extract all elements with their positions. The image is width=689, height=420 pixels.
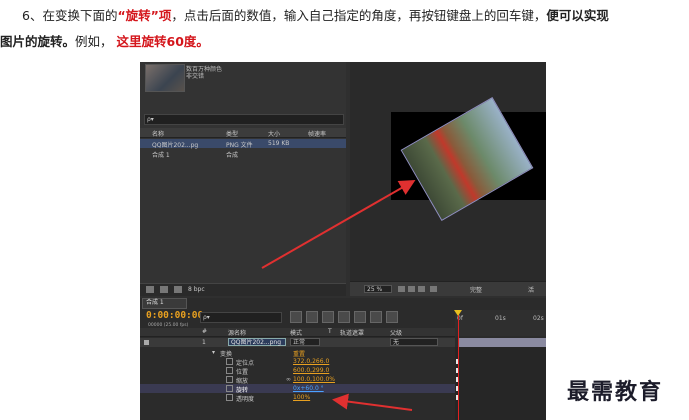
- example-label: 例如，: [75, 34, 113, 49]
- instruction-line-2: 图片的旋转。例如， 这里旋转60度。: [0, 28, 209, 56]
- instruction-prefix: 6、在变换下面的: [22, 8, 118, 23]
- instruction-middle: ，点击后面的数值，输入自己指定的角度，再按钮键盘上的回车键，: [171, 8, 547, 23]
- example-highlight: 这里旋转60度。: [116, 34, 209, 49]
- watermark: 最需教育: [567, 379, 664, 405]
- instruction-line2-bold: 图片的旋转。: [0, 34, 76, 49]
- instruction-line-1: 6、在变换下面的“旋转”项，点击后面的数值，输入自己指定的角度，再按钮键盘上的回…: [22, 2, 609, 30]
- instruction-bold-end: 便可以实现: [546, 8, 609, 23]
- arrow-to-image: [261, 180, 416, 269]
- after-effects-screenshot: 数百万种颜色 非交错 ρ▾ 名称 类型 大小 帧速率 QQ图片202...pg …: [140, 62, 546, 420]
- rotation-term: “旋转”项: [117, 8, 172, 23]
- arrow-to-rotation: [332, 393, 413, 411]
- annotation-arrows: [261, 180, 416, 411]
- instruction-paragraph: 6、在变换下面的“旋转”项，点击后面的数值，输入自己指定的角度，再按钮键盘上的回…: [0, 0, 689, 62]
